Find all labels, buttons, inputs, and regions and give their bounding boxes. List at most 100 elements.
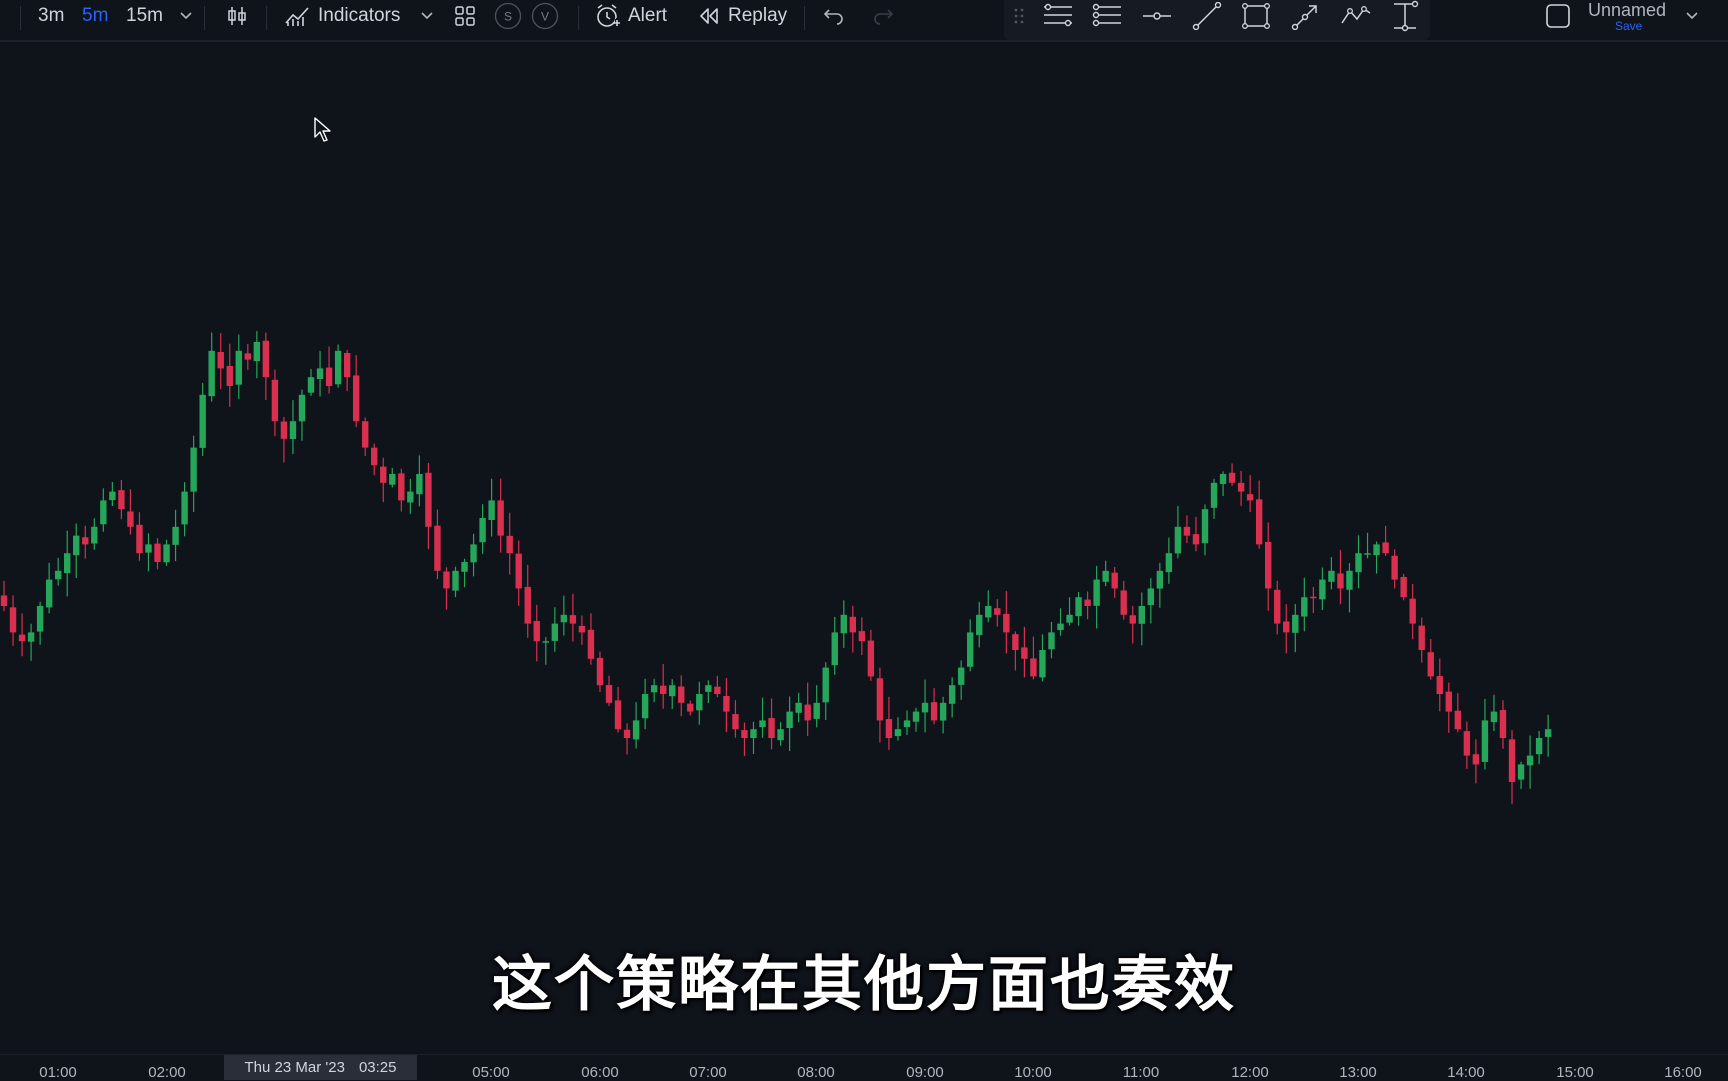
time-tick: 01:00 — [39, 1064, 77, 1081]
candle — [894, 717, 902, 741]
candle — [705, 680, 712, 704]
path-icon[interactable] — [1339, 0, 1373, 32]
fixed-range-icon[interactable] — [1388, 0, 1422, 32]
candle — [623, 723, 631, 755]
candle-body — [1526, 755, 1534, 766]
candle-body — [36, 606, 44, 632]
candle — [1120, 580, 1127, 620]
candle-body — [235, 350, 242, 385]
handle-icon[interactable] — [1004, 0, 1034, 32]
layout-dropdown-icon[interactable] — [1686, 0, 1698, 32]
timeframe-dropdown-icon[interactable] — [180, 0, 192, 32]
candle — [732, 700, 739, 738]
candle-body — [858, 631, 866, 642]
candle-body — [9, 607, 17, 633]
candle-body — [723, 695, 730, 712]
drawing-toolbar — [1004, 0, 1430, 40]
candle-body — [1382, 542, 1389, 554]
chart-pane[interactable] — [0, 42, 1728, 1054]
candle-body — [1084, 599, 1091, 606]
candle-body — [1454, 710, 1462, 730]
toolbar-divider — [204, 6, 205, 30]
indicator-badge-v[interactable]: V — [531, 0, 559, 32]
candle-body — [1138, 606, 1145, 624]
candle — [1228, 463, 1236, 487]
candle-body — [957, 667, 965, 685]
redo-icon[interactable] — [872, 0, 894, 32]
candle-body — [362, 421, 369, 448]
rectangle-icon[interactable] — [1239, 0, 1273, 32]
indicators-dropdown-icon[interactable] — [421, 0, 433, 32]
candle — [714, 675, 721, 698]
arrow-line-icon[interactable] — [1289, 0, 1323, 32]
crosshair-date: Thu 23 Mar '23 — [244, 1059, 345, 1076]
undo-icon[interactable] — [823, 0, 845, 32]
candle-body — [669, 685, 676, 697]
time-tick: 15:00 — [1556, 1064, 1594, 1081]
indicators-button[interactable]: Indicators — [284, 0, 400, 32]
candle — [443, 567, 450, 610]
candle-body — [1102, 570, 1109, 582]
toolbar-divider — [804, 6, 805, 30]
candle — [461, 558, 468, 588]
time-tick: 02:00 — [148, 1064, 186, 1081]
candle — [1481, 698, 1489, 770]
candle-body — [614, 700, 622, 730]
candlestick-chart[interactable] — [0, 42, 1728, 1054]
candle — [650, 678, 658, 703]
candle — [1418, 617, 1425, 663]
candle — [921, 679, 929, 733]
toolbar-divider — [266, 6, 267, 30]
layout-name[interactable]: Unnamed — [1588, 0, 1666, 21]
candle — [831, 616, 838, 675]
candle — [741, 722, 748, 757]
candle-body — [352, 375, 360, 422]
candle-body — [181, 491, 188, 525]
timeframe-15m[interactable]: 15m — [126, 0, 163, 32]
candle-body — [73, 535, 80, 556]
candle — [1472, 739, 1480, 784]
indicator-badge-s[interactable]: S — [494, 0, 522, 32]
candle — [723, 677, 730, 733]
candle-body — [840, 614, 847, 634]
candle-body — [380, 466, 387, 483]
candle — [479, 504, 486, 554]
candle-body — [687, 703, 694, 712]
candle — [696, 681, 703, 725]
candle-body — [506, 535, 513, 554]
candle-body — [145, 544, 152, 553]
fib-retracement-icon[interactable] — [1041, 0, 1075, 32]
video-subtitle: 这个策略在其他方面也奏效 — [492, 950, 1236, 1020]
candle-body — [1544, 729, 1552, 737]
candle — [1003, 590, 1010, 654]
candle — [136, 512, 143, 561]
trend-line-icon[interactable] — [1190, 0, 1224, 32]
timeframe-3m[interactable]: 3m — [38, 0, 64, 32]
candle-body — [1535, 738, 1543, 755]
candle — [163, 539, 170, 566]
candle — [470, 533, 477, 577]
candle — [578, 615, 586, 645]
candle — [1237, 470, 1245, 506]
candle — [1355, 535, 1362, 589]
alert-button[interactable]: Alert — [595, 0, 667, 32]
candle — [154, 538, 161, 570]
replay-button[interactable]: Replay — [698, 0, 787, 32]
layout-checkbox[interactable] — [1545, 0, 1571, 32]
candle — [659, 664, 667, 709]
candle-body — [596, 657, 604, 686]
candle-body — [569, 615, 577, 624]
candle-body — [461, 562, 468, 572]
candle-body — [389, 474, 396, 485]
horizontal-ray-icon[interactable] — [1140, 0, 1174, 32]
timeframe-5m[interactable]: 5m — [82, 0, 108, 32]
templates-grid-icon[interactable] — [454, 0, 476, 32]
pitchfork-icon[interactable] — [1090, 0, 1124, 32]
candle-body — [479, 518, 486, 543]
chart-type-candles-icon[interactable] — [226, 0, 248, 32]
layout-save-button[interactable]: Save — [1615, 19, 1642, 33]
candle-body — [1499, 710, 1507, 738]
candle — [1499, 700, 1507, 749]
candle — [560, 595, 568, 636]
candle-body — [1228, 472, 1236, 483]
